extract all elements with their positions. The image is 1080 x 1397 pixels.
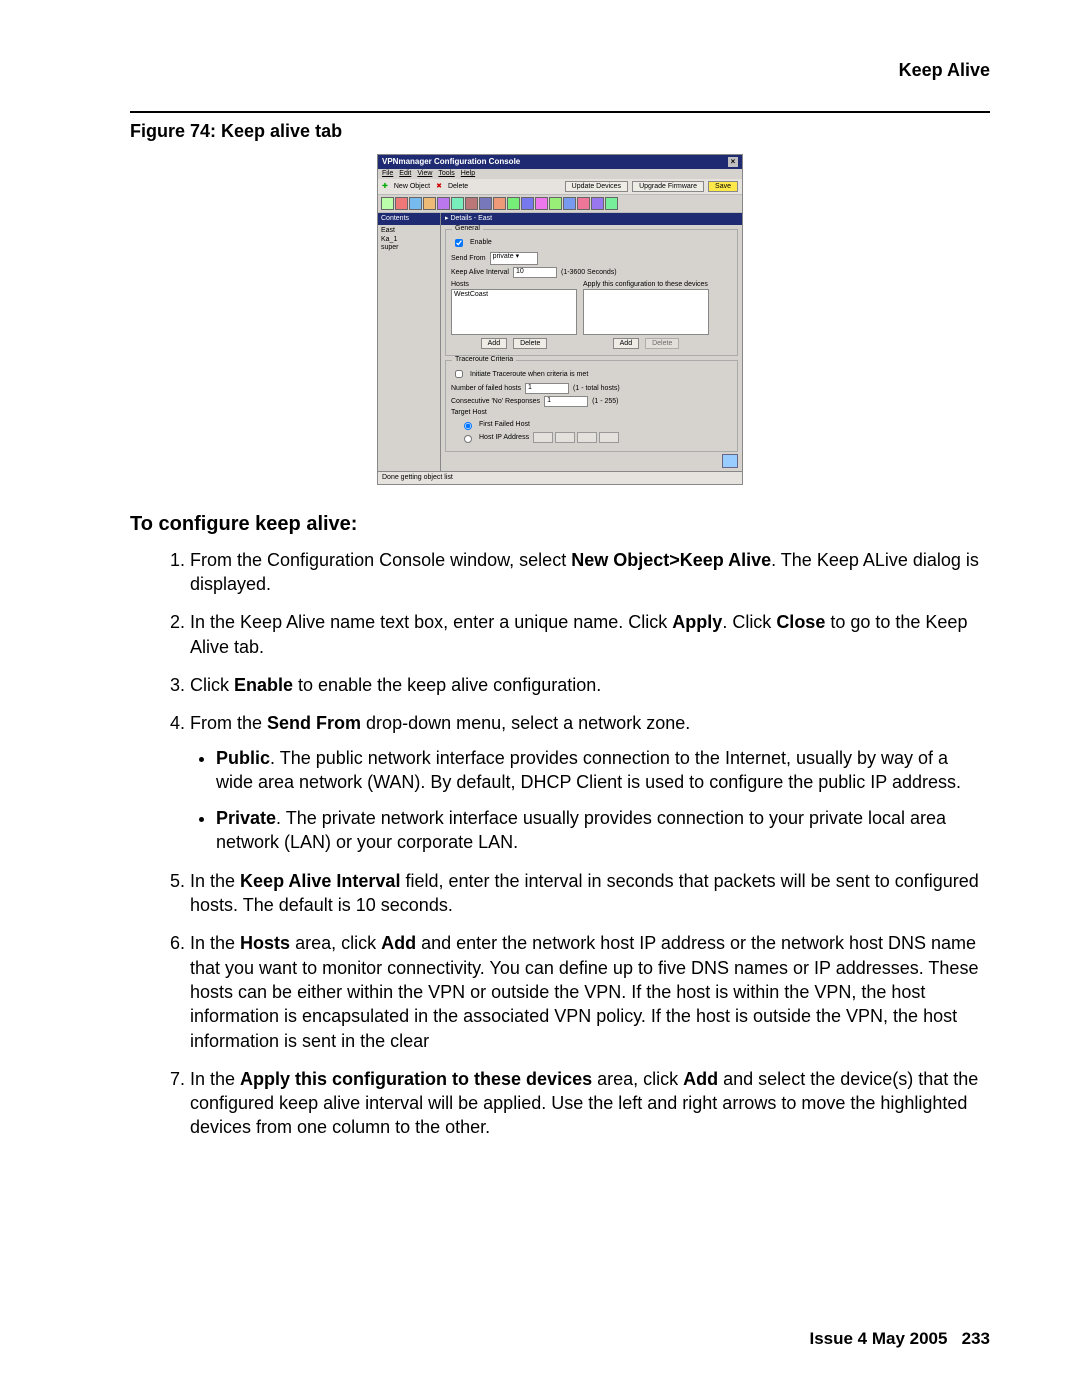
host-ip-radio[interactable] — [464, 435, 472, 443]
traceroute-group: Traceroute Criteria Initiate Traceroute … — [445, 360, 738, 452]
target-host-label: Target Host — [451, 409, 487, 417]
traceroute-legend: Traceroute Criteria — [452, 356, 516, 364]
toolbar-icon[interactable] — [423, 197, 436, 210]
figure-caption: Figure 74: Keep alive tab — [130, 121, 990, 142]
menu-view[interactable]: View — [417, 170, 432, 178]
interval-input[interactable]: 10 — [513, 267, 557, 278]
general-legend: General — [452, 225, 483, 233]
save-button[interactable]: Save — [708, 181, 738, 193]
toolbar-icon[interactable] — [479, 197, 492, 210]
title-bar: VPNmanager Configuration Console × — [378, 155, 742, 169]
contents-item[interactable]: super — [381, 244, 437, 253]
icon-toolbar — [378, 195, 742, 213]
plus-icon: ✚ — [382, 183, 388, 191]
upgrade-firmware-button[interactable]: Upgrade Firmware — [632, 181, 704, 193]
interval-hint: (1-3600 Seconds) — [561, 269, 617, 277]
send-from-label: Send From — [451, 255, 486, 263]
toolbar-icon[interactable] — [409, 197, 422, 210]
step-3: Click Enable to enable the keep alive co… — [190, 673, 990, 697]
hosts-delete-button[interactable]: Delete — [513, 338, 547, 350]
toolbar-icon[interactable] — [381, 197, 394, 210]
interval-label: Keep Alive Interval — [451, 269, 509, 277]
step-1: From the Configuration Console window, s… — [190, 548, 990, 597]
menu-tools[interactable]: Tools — [438, 170, 454, 178]
x-icon: ✖ — [436, 183, 442, 191]
ip-address-input[interactable] — [533, 432, 619, 443]
toolbar-icon[interactable] — [451, 197, 464, 210]
initiate-trace-label: Initiate Traceroute when criteria is met — [470, 371, 588, 379]
send-from-select[interactable]: private ▾ — [490, 252, 538, 265]
host-ip-label: Host IP Address — [479, 434, 529, 442]
delete-button[interactable]: Delete — [448, 183, 468, 191]
update-devices-button[interactable]: Update Devices — [565, 181, 628, 193]
hosts-add-button[interactable]: Add — [481, 338, 507, 350]
bullet-public: Public. The public network interface pro… — [216, 746, 990, 795]
page-header: Keep Alive — [130, 60, 990, 81]
toolbar-icon[interactable] — [465, 197, 478, 210]
enable-checkbox[interactable] — [455, 239, 463, 247]
toolbar-icon[interactable] — [591, 197, 604, 210]
devices-list[interactable] — [583, 289, 709, 335]
enable-label: Enable — [470, 239, 492, 247]
devices-delete-button: Delete — [645, 338, 679, 350]
toolbar-icon[interactable] — [549, 197, 562, 210]
bullet-private: Private. The private network interface u… — [216, 806, 990, 855]
hosts-label: Hosts — [451, 281, 577, 289]
toolbar-icon[interactable] — [437, 197, 450, 210]
new-object-button[interactable]: New Object — [394, 183, 430, 191]
details-header: ▸ Details - East — [441, 213, 742, 225]
consec-input[interactable]: 1 — [544, 396, 588, 407]
num-failed-label: Number of failed hosts — [451, 385, 521, 393]
hosts-item[interactable]: WestCoast — [454, 291, 574, 299]
toolbar-icon[interactable] — [507, 197, 520, 210]
page-footer: Issue 4 May 2005 233 — [809, 1329, 990, 1349]
close-icon[interactable]: × — [728, 157, 738, 167]
step-5: In the Keep Alive Interval field, enter … — [190, 869, 990, 918]
num-failed-input[interactable]: 1 — [525, 383, 569, 394]
toolbar-icon[interactable] — [535, 197, 548, 210]
status-bar: Done getting object list — [378, 471, 742, 484]
contents-item[interactable]: Ka_1 — [381, 236, 437, 245]
section-heading: To configure keep alive: — [130, 513, 990, 536]
consec-hint: (1 - 255) — [592, 398, 618, 406]
toolbar-icon[interactable] — [521, 197, 534, 210]
app-window: VPNmanager Configuration Console × File … — [377, 154, 743, 485]
title-bar-text: VPNmanager Configuration Console — [382, 158, 520, 167]
hosts-list[interactable]: WestCoast — [451, 289, 577, 335]
toolbar-icon[interactable] — [563, 197, 576, 210]
general-group: General Enable Send From private ▾ Keep … — [445, 229, 738, 356]
step-7: In the Apply this configuration to these… — [190, 1067, 990, 1140]
step-2: In the Keep Alive name text box, enter a… — [190, 610, 990, 659]
menubar: File Edit View Tools Help — [378, 169, 742, 179]
initiate-trace-checkbox[interactable] — [455, 370, 463, 378]
toolbar-icon[interactable] — [493, 197, 506, 210]
menu-file[interactable]: File — [382, 170, 393, 178]
devices-add-button[interactable]: Add — [613, 338, 639, 350]
first-failed-label: First Failed Host — [479, 421, 530, 429]
rule — [130, 111, 990, 113]
contents-header: Contents — [378, 213, 440, 225]
toolbar-icon[interactable] — [395, 197, 408, 210]
help-icon[interactable] — [722, 454, 738, 468]
menu-edit[interactable]: Edit — [399, 170, 411, 178]
step-list: From the Configuration Console window, s… — [130, 548, 990, 1140]
toolbar-icon[interactable] — [605, 197, 618, 210]
consec-label: Consecutive 'No' Responses — [451, 398, 540, 406]
step-6: In the Hosts area, click Add and enter t… — [190, 931, 990, 1052]
toolbar-icon[interactable] — [577, 197, 590, 210]
contents-item[interactable]: East — [381, 227, 437, 236]
apply-devices-label: Apply this configuration to these device… — [583, 281, 709, 289]
step-4: From the Send From drop-down menu, selec… — [190, 711, 990, 854]
menu-help[interactable]: Help — [461, 170, 475, 178]
first-failed-radio[interactable] — [464, 422, 472, 430]
num-failed-hint: (1 - total hosts) — [573, 385, 620, 393]
